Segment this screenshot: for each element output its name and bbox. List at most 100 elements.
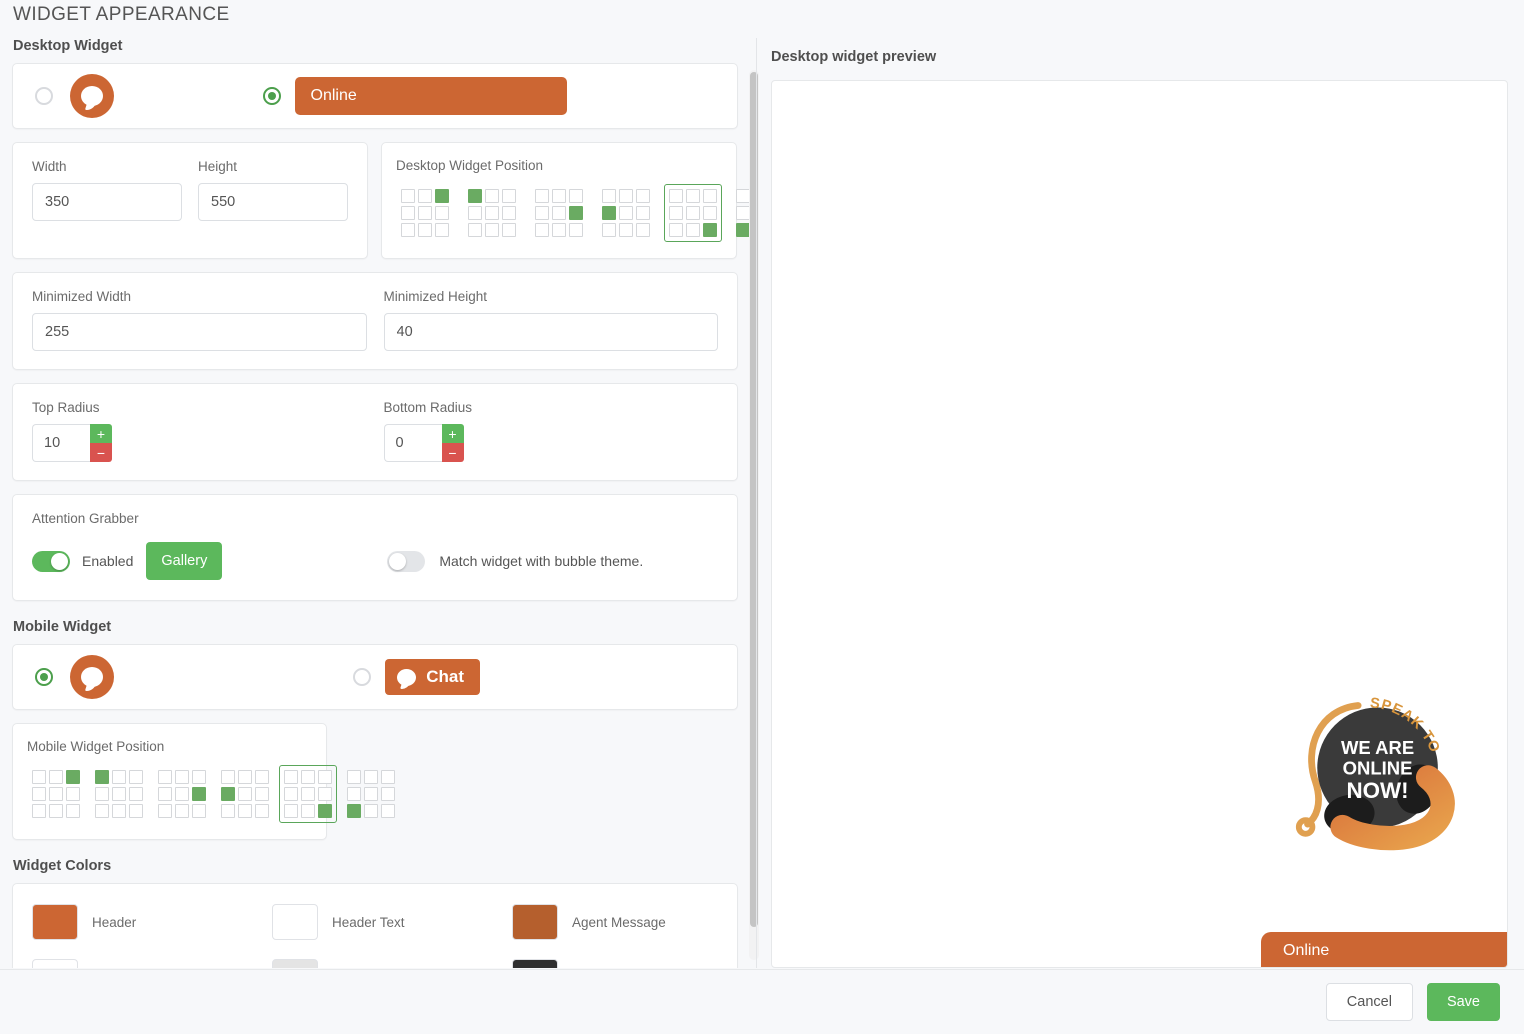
settings-scroll-panel[interactable]: Desktop Widget Online Width 350 Height 5… bbox=[0, 38, 756, 968]
attention-grabber-toggle[interactable] bbox=[32, 550, 70, 572]
position-option-middle-right[interactable] bbox=[153, 765, 211, 823]
position-option-top-left[interactable] bbox=[90, 765, 148, 823]
attention-grabber-image[interactable]: SPEAK TO US... WE ARE ONLINE NOW! bbox=[1277, 676, 1477, 863]
top-radius-decrement-button[interactable]: − bbox=[90, 443, 112, 462]
position-cell bbox=[95, 804, 109, 818]
position-cell bbox=[636, 189, 650, 203]
desktop-style-bubble-radio[interactable] bbox=[35, 87, 53, 105]
gallery-button[interactable]: Gallery bbox=[146, 542, 223, 580]
top-radius-stepper[interactable]: 10 + − bbox=[32, 424, 112, 462]
position-option-top-left[interactable] bbox=[463, 184, 521, 242]
top-radius-label: Top Radius bbox=[32, 400, 100, 415]
position-cell bbox=[238, 787, 252, 801]
top-radius-increment-button[interactable]: + bbox=[90, 424, 112, 443]
position-cell bbox=[468, 223, 482, 237]
chat-bubble-icon[interactable] bbox=[70, 655, 114, 699]
position-cell bbox=[284, 804, 298, 818]
position-cell bbox=[502, 223, 516, 237]
position-cell bbox=[364, 787, 378, 801]
color-swatch[interactable] bbox=[272, 904, 318, 940]
preview-title: Desktop widget preview bbox=[771, 49, 937, 65]
mobile-position-options[interactable] bbox=[27, 765, 395, 823]
position-cell bbox=[552, 223, 566, 237]
bottom-radius-stepper[interactable]: 0 + − bbox=[383, 424, 464, 462]
position-cell bbox=[238, 804, 252, 818]
color-swatch-item: Agent Message bbox=[512, 904, 712, 940]
top-radius-value[interactable]: 10 bbox=[32, 424, 90, 462]
mobile-style-bubble-radio[interactable] bbox=[35, 668, 53, 686]
position-cell bbox=[364, 770, 378, 784]
position-cell bbox=[535, 206, 549, 220]
desktop-style-bar-preview-button[interactable]: Online bbox=[294, 77, 567, 115]
color-swatch[interactable] bbox=[32, 904, 78, 940]
position-option-middle-right[interactable] bbox=[530, 184, 588, 242]
minimized-width-input[interactable] bbox=[32, 313, 367, 351]
color-swatch[interactable] bbox=[272, 959, 318, 968]
position-cell bbox=[221, 804, 235, 818]
position-option-middle-left[interactable] bbox=[216, 765, 274, 823]
position-option-top-right[interactable] bbox=[396, 184, 454, 242]
position-option-top-right[interactable] bbox=[27, 765, 85, 823]
color-swatch-item bbox=[32, 959, 272, 968]
position-cell bbox=[602, 189, 616, 203]
position-cell bbox=[32, 804, 46, 818]
cancel-button[interactable]: Cancel bbox=[1325, 983, 1413, 1021]
match-bubble-theme-toggle[interactable] bbox=[387, 550, 426, 572]
bottom-radius-increment-button[interactable]: + bbox=[441, 424, 464, 443]
desktop-widget-preview-box: SPEAK TO US... WE ARE ONLINE NOW! Online bbox=[771, 80, 1508, 968]
position-cell bbox=[669, 223, 683, 237]
position-cell bbox=[418, 223, 432, 237]
color-swatch[interactable] bbox=[32, 959, 78, 968]
height-input[interactable] bbox=[198, 183, 348, 221]
desktop-style-bar-radio[interactable] bbox=[262, 87, 281, 105]
desktop-widget-section-label: Desktop Widget bbox=[13, 38, 123, 54]
position-cell bbox=[569, 189, 583, 203]
preview-online-bar[interactable]: Online bbox=[1261, 932, 1507, 967]
mobile-style-bar-radio[interactable] bbox=[353, 668, 372, 686]
desktop-widget-style-card: Online bbox=[12, 63, 738, 129]
position-cell bbox=[318, 770, 332, 784]
width-input[interactable] bbox=[32, 183, 182, 221]
color-swatch[interactable] bbox=[512, 904, 558, 940]
position-cell bbox=[686, 223, 700, 237]
position-cell bbox=[401, 189, 415, 203]
color-swatch-item bbox=[512, 959, 712, 968]
position-cell bbox=[32, 770, 46, 784]
desktop-position-label: Desktop Widget Position bbox=[396, 158, 544, 173]
color-swatch-item: Header Text bbox=[272, 904, 512, 940]
position-option-bottom-left[interactable] bbox=[342, 765, 400, 823]
position-cell bbox=[619, 189, 633, 203]
position-cell bbox=[552, 189, 566, 203]
minimized-height-input[interactable] bbox=[383, 313, 718, 351]
mobile-style-bar-preview-button[interactable]: Chat bbox=[385, 659, 480, 695]
position-cell bbox=[401, 206, 415, 220]
position-option-bottom-right[interactable] bbox=[279, 765, 337, 823]
position-cell bbox=[736, 223, 750, 237]
position-cell bbox=[49, 787, 63, 801]
position-cell bbox=[703, 223, 717, 237]
position-cell bbox=[66, 770, 80, 784]
grabber-line-2: ONLINE bbox=[1343, 758, 1413, 779]
desktop-position-options[interactable] bbox=[396, 184, 756, 242]
bottom-radius-value[interactable]: 0 bbox=[383, 424, 442, 462]
chat-bubble-icon bbox=[397, 668, 417, 686]
position-cell bbox=[175, 770, 189, 784]
position-option-middle-left[interactable] bbox=[597, 184, 655, 242]
chat-bubble-icon[interactable] bbox=[70, 74, 114, 118]
save-button[interactable]: Save bbox=[1426, 983, 1500, 1021]
position-cell bbox=[318, 787, 332, 801]
position-option-bottom-right[interactable] bbox=[664, 184, 722, 242]
position-cell bbox=[284, 770, 298, 784]
color-swatch[interactable] bbox=[512, 959, 558, 968]
position-cell bbox=[552, 206, 566, 220]
color-swatch-item: Header bbox=[32, 904, 272, 940]
position-cell bbox=[32, 787, 46, 801]
position-cell bbox=[703, 206, 717, 220]
bottom-radius-decrement-button[interactable]: − bbox=[441, 443, 464, 462]
position-cell bbox=[66, 804, 80, 818]
widget-colors-section-label: Widget Colors bbox=[13, 858, 112, 874]
widget-size-card: Width Height bbox=[12, 142, 368, 259]
position-cell bbox=[569, 206, 583, 220]
position-cell bbox=[255, 787, 269, 801]
position-cell bbox=[129, 804, 143, 818]
